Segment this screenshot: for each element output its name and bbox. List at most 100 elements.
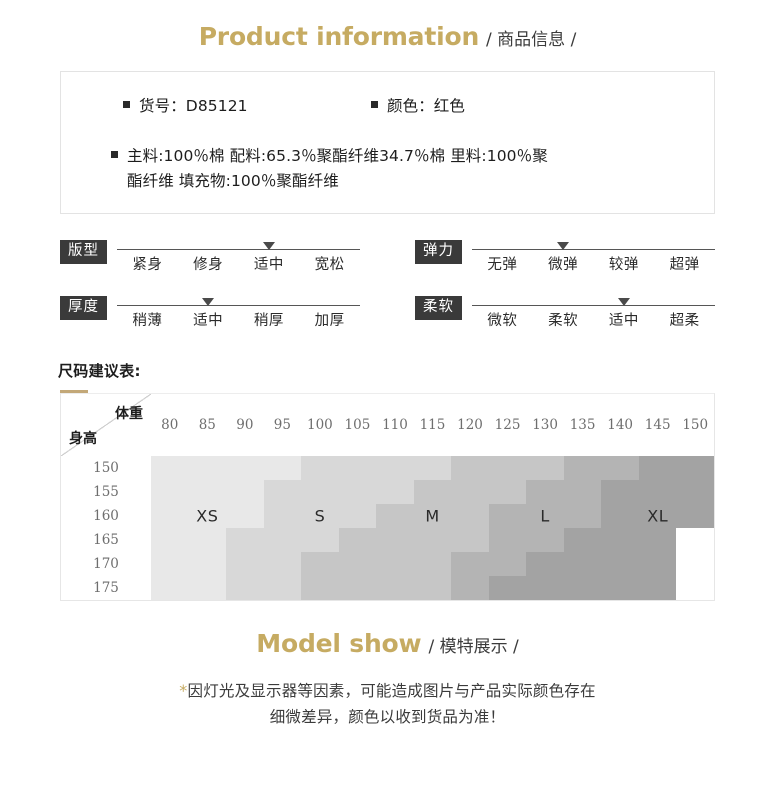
size-chart-cell — [376, 528, 414, 553]
attribute-badge-fit: 版型 — [60, 240, 107, 264]
scale-option[interactable]: 紧身 — [117, 253, 178, 274]
size-chart-cell — [338, 480, 377, 505]
size-chart-cell — [301, 576, 339, 601]
size-chart-cell — [601, 528, 639, 553]
size-chart-cell — [151, 576, 189, 601]
color-cell: 颜色：红色 — [371, 94, 651, 118]
size-chart-cell — [676, 480, 714, 505]
size-chart-cell — [638, 552, 677, 577]
weight-header-cell: 140 — [607, 417, 634, 434]
size-chart-cell — [676, 528, 714, 553]
size-chart-cell — [301, 480, 339, 505]
scale-option[interactable]: 微弹 — [533, 253, 594, 274]
size-chart-cell — [638, 480, 677, 505]
size-chart-cell — [338, 504, 377, 529]
size-chart-cell — [263, 480, 302, 505]
product-information-page: Product information / 商品信息 / 货号：D85121 颜色… — [0, 0, 775, 800]
scale-line — [472, 236, 715, 251]
size-chart-cell — [526, 552, 564, 577]
scale-option[interactable]: 适中 — [178, 309, 239, 330]
size-chart-cell — [601, 504, 639, 529]
scale-option[interactable]: 适中 — [594, 309, 655, 330]
size-chart-cell — [526, 528, 564, 553]
scale-labels-fit: 紧身 修身 适中 宽松 — [117, 253, 360, 274]
scale-option[interactable]: 柔软 — [533, 309, 594, 330]
weight-axis-label: 体重 — [115, 406, 143, 423]
size-chart-cell — [263, 528, 302, 553]
scale-option[interactable]: 超弹 — [654, 253, 715, 274]
info-row-primary: 货号：D85121 颜色：红色 — [61, 94, 714, 118]
scale-labels-elasticity: 无弹 微弹 较弹 超弹 — [472, 253, 715, 274]
material-text-line1: 主料:100％棉 配料:65.3％聚酯纤维34.7％棉 里料:100％聚 — [127, 147, 548, 166]
attribute-badge-elasticity: 弹力 — [415, 240, 462, 264]
size-chart-cell — [413, 552, 452, 577]
height-axis-label: 身高 — [69, 431, 97, 448]
size-chart-cell — [526, 576, 564, 601]
size-chart-cell — [376, 552, 414, 577]
weight-header-cell: 115 — [419, 417, 446, 434]
size-chart-cell — [338, 576, 377, 601]
size-chart-cell — [488, 480, 527, 505]
size-label: M — [425, 506, 440, 526]
size-chart-cell — [638, 456, 677, 481]
color-disclaimer: *因灯光及显示器等因素，可能造成图片与产品实际颜色存在 细微差异，颜色以收到货品… — [88, 678, 687, 730]
square-bullet-icon — [123, 101, 130, 108]
size-chart-cell — [226, 528, 264, 553]
size-chart-cell — [451, 528, 489, 553]
weight-header-cell: 95 — [273, 417, 291, 434]
size-chart-cell: S — [301, 504, 339, 529]
size-chart-cell: XL — [638, 504, 677, 529]
scale-option[interactable]: 微软 — [472, 309, 533, 330]
size-chart-cell — [263, 456, 302, 481]
size-chart-title: 尺码建议表: — [58, 362, 141, 381]
size-chart-cell — [563, 576, 602, 601]
size-chart-cell — [413, 456, 452, 481]
size-chart-cell — [226, 456, 264, 481]
size-chart-cell — [151, 504, 189, 529]
height-header-cell: 150 — [61, 456, 151, 481]
attribute-badge-thickness: 厚度 — [60, 296, 107, 320]
size-chart-cell — [188, 552, 227, 577]
size-chart-cell — [338, 552, 377, 577]
size-chart-cell — [563, 504, 602, 529]
size-chart-cell — [413, 576, 452, 601]
scale-option[interactable]: 无弹 — [472, 253, 533, 274]
attribute-scale-elasticity: 无弹 微弹 较弹 超弹 — [472, 236, 715, 274]
size-chart-cell — [488, 456, 527, 481]
size-chart-cell — [526, 480, 564, 505]
attribute-scale-fit: 紧身 修身 适中 宽松 — [117, 236, 360, 274]
scale-option[interactable]: 稍厚 — [239, 309, 300, 330]
heading-chinese: / 商品信息 / — [486, 30, 577, 50]
size-chart-row: 175 — [61, 576, 714, 601]
model-show-chinese: / 模特展示 / — [428, 637, 519, 658]
height-header-cell: 160 — [61, 504, 151, 529]
scale-option[interactable]: 稍薄 — [117, 309, 178, 330]
size-chart-cell — [301, 528, 339, 553]
size-chart-header-row: 体重 身高 80 85 90 95 100 105 110 115 120 125 130 135 14… — [61, 394, 714, 457]
size-chart-cell — [226, 480, 264, 505]
size-chart-row: 160 XS S M L XL — [61, 504, 714, 529]
scale-option[interactable]: 适中 — [239, 253, 300, 274]
size-chart-cell — [451, 480, 489, 505]
size-chart-cell — [451, 552, 489, 577]
size-chart-cell — [188, 480, 227, 505]
height-header-cell: 155 — [61, 480, 151, 505]
attribute-group-thickness: 厚度 稍薄 适中 稍厚 加厚 — [60, 292, 360, 330]
scale-marker-fit — [262, 242, 275, 251]
material-text-line2: 酯纤维 填充物:100％聚酯纤维 — [127, 172, 339, 191]
square-bullet-icon — [371, 101, 378, 108]
size-label: XS — [196, 506, 219, 526]
size-chart-cell — [413, 528, 452, 553]
size-chart-cell: L — [526, 504, 564, 529]
attribute-scales: 版型 紧身 修身 适中 宽松 厚度 稍薄 适中 稍厚 加厚 弹力 无弹 微弹 较… — [60, 236, 715, 330]
weight-header-cell: 90 — [236, 417, 254, 434]
scale-option[interactable]: 较弹 — [594, 253, 655, 274]
scale-option[interactable]: 宽松 — [299, 253, 360, 274]
scale-option[interactable]: 修身 — [178, 253, 239, 274]
scale-option[interactable]: 超柔 — [654, 309, 715, 330]
size-chart-cell — [601, 480, 639, 505]
weight-header-cell: 150 — [682, 417, 709, 434]
size-chart-cell — [451, 576, 489, 601]
scale-option[interactable]: 加厚 — [299, 309, 360, 330]
weight-header-cell: 85 — [198, 417, 216, 434]
